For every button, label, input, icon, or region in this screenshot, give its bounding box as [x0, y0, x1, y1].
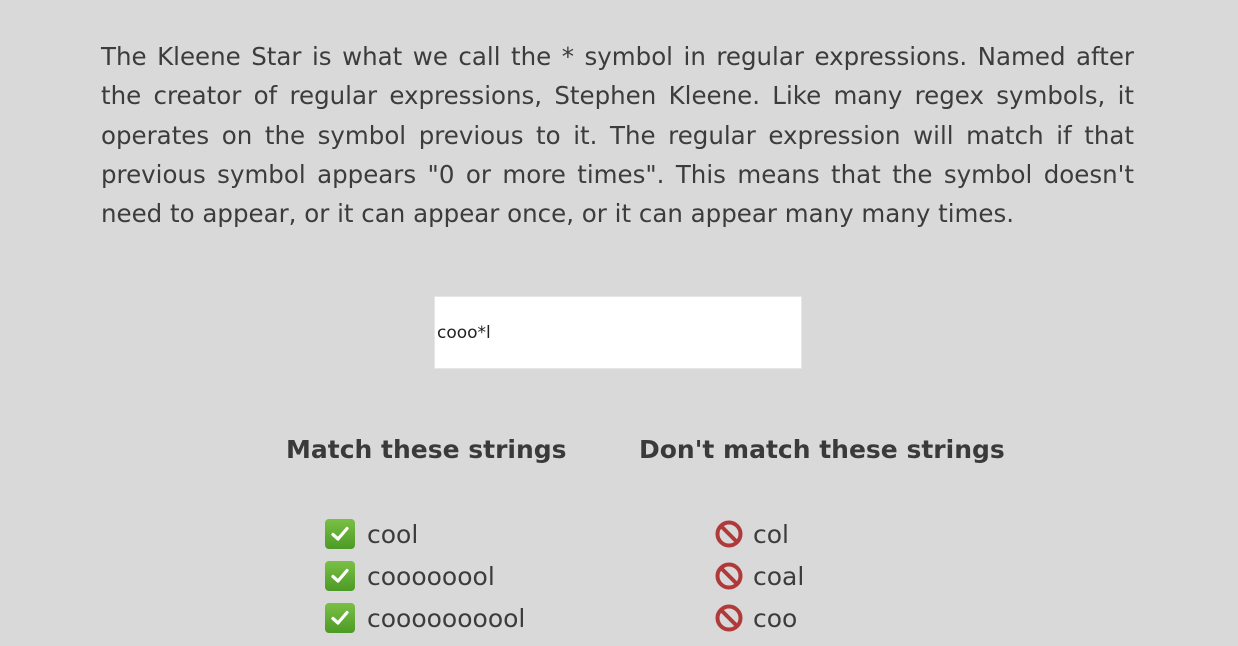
lesson-paragraph: The Kleene Star is what we call the * sy…	[101, 42, 1134, 229]
check-icon	[325, 561, 355, 591]
match-string: coooooool	[367, 561, 495, 591]
nomatch-string: coo	[753, 603, 798, 633]
list-item: cool	[325, 513, 525, 555]
list-item: col	[714, 513, 804, 555]
list-item: coo	[714, 597, 804, 639]
list-item: coooooooool	[325, 597, 525, 639]
nomatch-heading: Don't match these strings	[639, 435, 1005, 464]
match-heading: Match these strings	[286, 435, 567, 464]
nomatch-string: coal	[753, 561, 805, 591]
nomatch-string: col	[753, 519, 789, 549]
no-entry-icon	[714, 603, 744, 633]
no-entry-icon	[714, 561, 744, 591]
check-icon	[325, 603, 355, 633]
match-column: Match these strings cool coooooool coooo…	[286, 430, 567, 633]
nomatch-list: col coal coo	[714, 513, 804, 639]
list-item: coooooool	[325, 555, 525, 597]
regex-input[interactable]	[434, 296, 802, 369]
match-list: cool coooooool coooooooool	[325, 513, 525, 639]
nomatch-column: Don't match these strings col coal coo	[639, 430, 1005, 633]
list-item: coal	[714, 555, 804, 597]
match-string: cool	[367, 519, 419, 549]
match-string: coooooooool	[367, 603, 526, 633]
no-entry-icon	[714, 519, 744, 549]
check-icon	[325, 519, 355, 549]
